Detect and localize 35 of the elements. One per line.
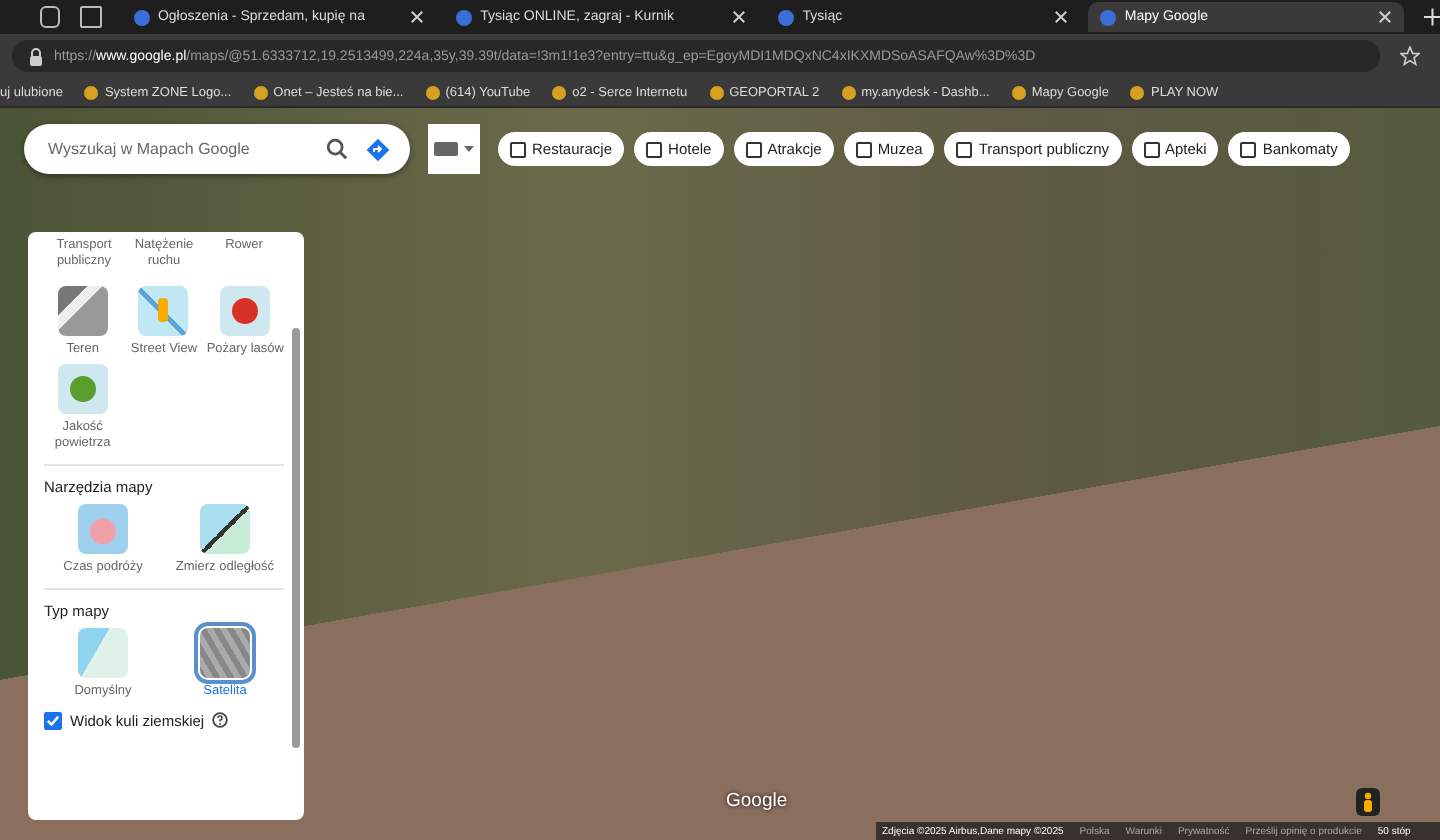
favicon-icon (709, 85, 724, 99)
help-icon[interactable] (212, 712, 229, 729)
lock-icon (28, 47, 44, 65)
favicon-icon (1100, 9, 1117, 25)
close-icon[interactable] (732, 10, 747, 24)
favicon-icon (456, 9, 473, 25)
directions-icon[interactable] (366, 137, 390, 161)
search-field[interactable]: Wyszukaj w Mapach Google (24, 124, 410, 174)
favorite-star-icon[interactable] (1400, 46, 1420, 66)
satellite-map-photo[interactable] (0, 108, 1440, 840)
close-icon[interactable] (1054, 10, 1069, 24)
close-icon[interactable] (410, 10, 425, 24)
search-icon[interactable] (326, 138, 348, 160)
person-icon (1362, 792, 1374, 812)
favicon-icon (84, 85, 99, 99)
workspaces-icon[interactable] (40, 6, 61, 28)
favicon-icon (253, 85, 268, 99)
favicon-icon (425, 85, 440, 99)
keyboard-toggle-button[interactable] (428, 124, 480, 174)
favicon-icon (552, 85, 567, 99)
pegman-button[interactable] (1356, 788, 1380, 816)
favicon-icon (1011, 85, 1026, 99)
checkbox[interactable] (44, 711, 62, 730)
favicon-icon (133, 9, 150, 25)
scrollbar[interactable] (292, 328, 300, 748)
google-logo: Google (726, 790, 788, 812)
new-tab-icon[interactable] (1423, 8, 1440, 26)
tab-actions-icon[interactable] (80, 6, 102, 28)
favicon-icon (841, 85, 856, 99)
search-input[interactable]: Wyszukaj w Mapach Google (44, 138, 308, 160)
favicon-icon (778, 9, 795, 25)
favicon-icon (1130, 85, 1145, 99)
keyboard-icon (434, 142, 458, 156)
close-icon[interactable] (1377, 10, 1392, 24)
caret-icon (464, 146, 474, 152)
